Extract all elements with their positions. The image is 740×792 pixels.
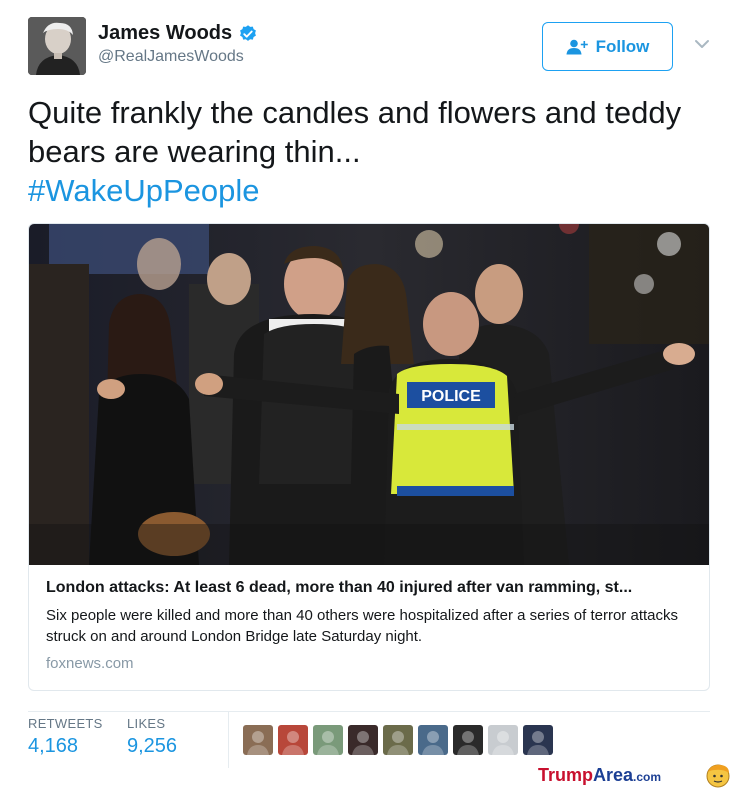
user-avatar[interactable] xyxy=(28,17,86,75)
follow-button[interactable]: Follow xyxy=(542,22,673,71)
retweets-count[interactable]: 4,168 xyxy=(28,735,103,758)
watermark-logo-icon xyxy=(706,764,730,788)
liker-avatar[interactable] xyxy=(243,725,273,755)
follow-button-label: Follow xyxy=(595,36,650,56)
link-card[interactable]: POLICE London attacks: At least 6 dead, … xyxy=(28,223,710,691)
likes-count[interactable]: 9,256 xyxy=(127,735,177,758)
liker-avatar[interactable] xyxy=(418,725,448,755)
likers-avatars xyxy=(243,725,553,755)
police-sign-text: POLICE xyxy=(421,388,481,405)
tweet-body: Quite frankly the candles and flowers an… xyxy=(28,95,682,169)
card-image[interactable]: POLICE xyxy=(29,224,709,565)
liker-avatar[interactable] xyxy=(523,725,553,755)
card-domain: foxnews.com xyxy=(46,655,134,672)
liker-avatar[interactable] xyxy=(383,725,413,755)
tweet-text: Quite frankly the candles and flowers an… xyxy=(28,93,718,210)
tweet-header: James Woods @RealJamesWoods Follow xyxy=(28,17,718,77)
likes-stat[interactable]: LIKES 9,256 xyxy=(127,716,177,758)
watermark-text: TrumpArea.com xyxy=(538,765,661,786)
user-name-text[interactable]: James Woods xyxy=(98,22,232,45)
liker-avatar[interactable] xyxy=(278,725,308,755)
watermark-com: .com xyxy=(633,770,662,784)
card-title[interactable]: London attacks: At least 6 dead, more th… xyxy=(46,579,696,597)
liker-avatar[interactable] xyxy=(348,725,378,755)
user-handle[interactable]: @RealJamesWoods xyxy=(98,48,244,66)
retweets-label: RETWEETS xyxy=(28,716,103,731)
likes-label: LIKES xyxy=(127,716,166,731)
liker-avatar[interactable] xyxy=(488,725,518,755)
user-name[interactable]: James Woods xyxy=(98,22,258,45)
stats-divider xyxy=(28,711,710,712)
follow-user-icon xyxy=(566,39,588,54)
liker-avatar[interactable] xyxy=(453,725,483,755)
watermark-trump: Trump xyxy=(538,765,594,785)
verified-badge-icon xyxy=(240,24,257,41)
liker-avatar[interactable] xyxy=(313,725,343,755)
retweets-stat[interactable]: RETWEETS 4,168 xyxy=(28,716,103,758)
card-description: Six people were killed and more than 40 … xyxy=(46,607,678,645)
watermark: TrumpArea.com xyxy=(538,764,730,788)
watermark-area: Area xyxy=(593,765,634,785)
chevron-down-icon[interactable] xyxy=(692,34,712,54)
stats-vertical-divider xyxy=(228,712,229,768)
hashtag-link[interactable]: #WakeUpPeople xyxy=(28,171,718,210)
card-body[interactable]: London attacks: At least 6 dead, more th… xyxy=(46,579,696,672)
